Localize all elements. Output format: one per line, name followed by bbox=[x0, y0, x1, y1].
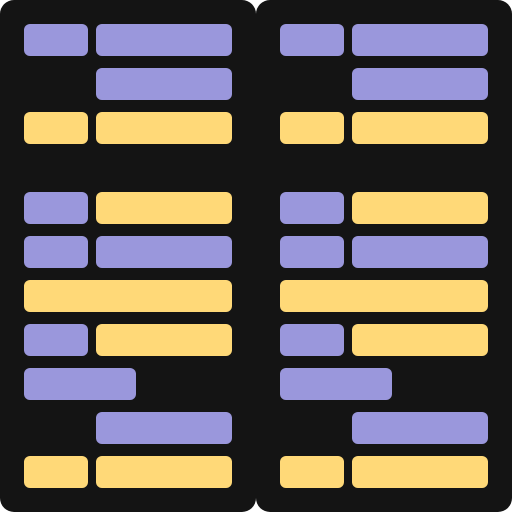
panel-right-row-9-bar-1 bbox=[280, 368, 392, 400]
panel-right-row-1-bar-2 bbox=[352, 24, 488, 56]
panel-left-row-1-bar-1 bbox=[24, 24, 88, 56]
panel-right-row-2-bar-2 bbox=[352, 68, 488, 100]
panel-right-row-10-bar-2 bbox=[352, 412, 488, 444]
panel-right-row-5-bar-2 bbox=[352, 192, 488, 224]
panel-right-row-7-bar-1 bbox=[280, 280, 488, 312]
panel-left-row-3-bar-2 bbox=[96, 112, 232, 144]
right-panel bbox=[256, 0, 512, 512]
panel-left-row-5-bar-1 bbox=[24, 192, 88, 224]
panel-right-row-5-bar-1 bbox=[280, 192, 344, 224]
panel-left-row-10-bar-2 bbox=[96, 412, 232, 444]
panel-left-row-6-bar-1 bbox=[24, 236, 88, 268]
panel-left-row-11-bar-2 bbox=[96, 456, 232, 488]
panel-left-row-9-bar-1 bbox=[24, 368, 136, 400]
panel-left-row-8-bar-1 bbox=[24, 324, 88, 356]
panel-right-row-8-bar-2 bbox=[352, 324, 488, 356]
panel-right-row-11-bar-1 bbox=[280, 456, 344, 488]
panel-left-row-8-bar-2 bbox=[96, 324, 232, 356]
panel-left-row-11-bar-1 bbox=[24, 456, 88, 488]
panel-right-row-11-bar-2 bbox=[352, 456, 488, 488]
panel-right-row-6-bar-2 bbox=[352, 236, 488, 268]
panel-left-row-3-bar-1 bbox=[24, 112, 88, 144]
panel-left-row-2-bar-2 bbox=[96, 68, 232, 100]
panel-left-row-1-bar-2 bbox=[96, 24, 232, 56]
panel-right-row-8-bar-1 bbox=[280, 324, 344, 356]
panel-right-row-1-bar-1 bbox=[280, 24, 344, 56]
panel-right-row-3-bar-1 bbox=[280, 112, 344, 144]
panel-right-row-3-bar-2 bbox=[352, 112, 488, 144]
panel-left-row-5-bar-2 bbox=[96, 192, 232, 224]
panel-right-row-6-bar-1 bbox=[280, 236, 344, 268]
panel-left-row-6-bar-2 bbox=[96, 236, 232, 268]
left-panel bbox=[0, 0, 256, 512]
panel-left-row-7-bar-1 bbox=[24, 280, 232, 312]
